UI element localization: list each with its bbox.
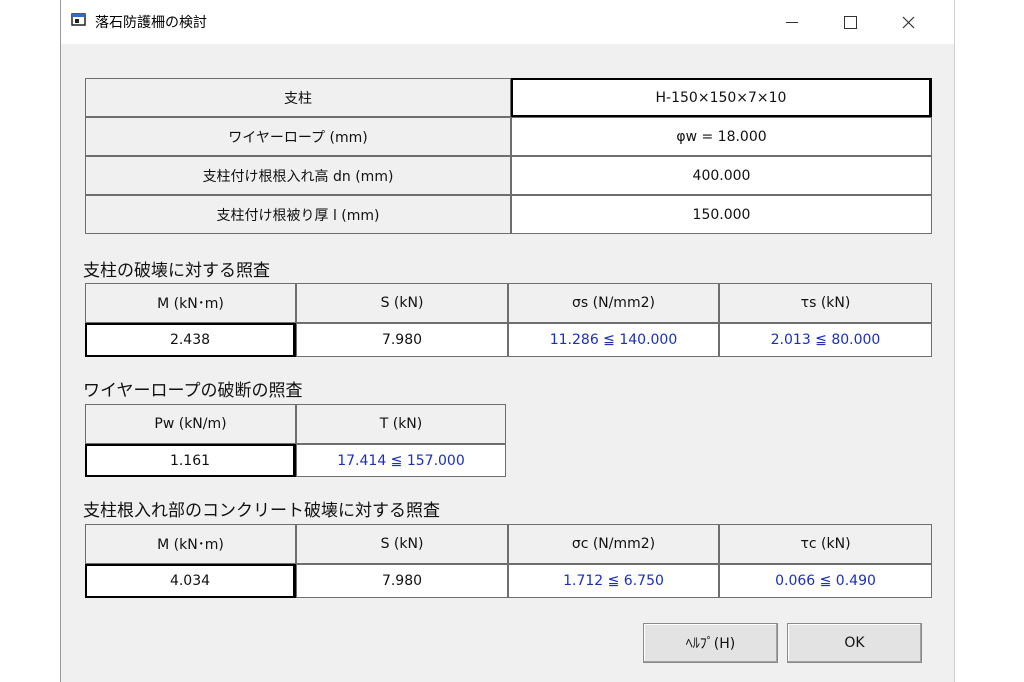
close-button[interactable] — [885, 0, 931, 44]
post-check-title: 支柱の破壊に対する照査 — [83, 261, 270, 281]
spec-label-cover: 支柱付け根被り厚 l (mm) — [85, 195, 511, 234]
post-value-m[interactable]: 2.438 — [85, 323, 296, 357]
spec-label-post: 支柱 — [85, 78, 511, 117]
dialog-window: 落石防護柵の検討 支柱 H-150×150×7×10 ワイヤーロープ (mm) … — [61, 0, 954, 682]
title-bar[interactable]: 落石防護柵の検討 — [61, 0, 954, 44]
post-value-sigma-s[interactable]: 11.286 ≦ 140.000 — [508, 323, 719, 357]
close-icon — [902, 16, 914, 28]
app-window-icon — [71, 13, 86, 26]
spec-label-embed-height: 支柱付け根根入れ高 dn (mm) — [85, 156, 511, 195]
concrete-value-tau-c[interactable]: 0.066 ≦ 0.490 — [719, 564, 932, 598]
minimize-button[interactable] — [769, 0, 815, 44]
concrete-header-s: S (kN) — [296, 524, 508, 564]
wire-check-title: ワイヤーロープの破断の照査 — [83, 381, 303, 401]
concrete-value-m[interactable]: 4.034 — [85, 564, 296, 598]
help-button[interactable]: ﾍﾙﾌﾟ(H) — [643, 623, 778, 663]
wire-header-t: T (kN) — [296, 404, 506, 444]
window-title: 落石防護柵の検討 — [95, 15, 207, 31]
concrete-header-tau-c: τc (kN) — [719, 524, 932, 564]
spec-value-embed-height[interactable]: 400.000 — [511, 156, 932, 195]
concrete-header-sigma-c: σc (N/mm2) — [508, 524, 719, 564]
wire-value-t[interactable]: 17.414 ≦ 157.000 — [296, 444, 506, 477]
spec-label-wire: ワイヤーロープ (mm) — [85, 117, 511, 156]
spec-value-cover[interactable]: 150.000 — [511, 195, 932, 234]
concrete-value-sigma-c[interactable]: 1.712 ≦ 6.750 — [508, 564, 719, 598]
post-header-m: M (kN･m) — [85, 283, 296, 323]
ok-button[interactable]: OK — [787, 623, 922, 663]
post-value-s[interactable]: 7.980 — [296, 323, 508, 357]
maximize-button[interactable] — [827, 0, 873, 44]
minimize-icon — [786, 21, 798, 23]
concrete-header-m: M (kN･m) — [85, 524, 296, 564]
post-header-tau-s: τs (kN) — [719, 283, 932, 323]
concrete-value-s[interactable]: 7.980 — [296, 564, 508, 598]
concrete-check-title: 支柱根入れ部のコンクリート破壊に対する照査 — [83, 501, 440, 521]
post-value-tau-s[interactable]: 2.013 ≦ 80.000 — [719, 323, 932, 357]
wire-header-pw: Pw (kN/m) — [85, 404, 296, 444]
wire-value-pw[interactable]: 1.161 — [85, 444, 296, 477]
spec-value-wire[interactable]: φw = 18.000 — [511, 117, 932, 156]
post-header-s: S (kN) — [296, 283, 508, 323]
window-right-border — [954, 0, 955, 682]
post-header-sigma-s: σs (N/mm2) — [508, 283, 719, 323]
spec-value-post[interactable]: H-150×150×7×10 — [511, 78, 932, 117]
maximize-icon — [843, 15, 857, 29]
